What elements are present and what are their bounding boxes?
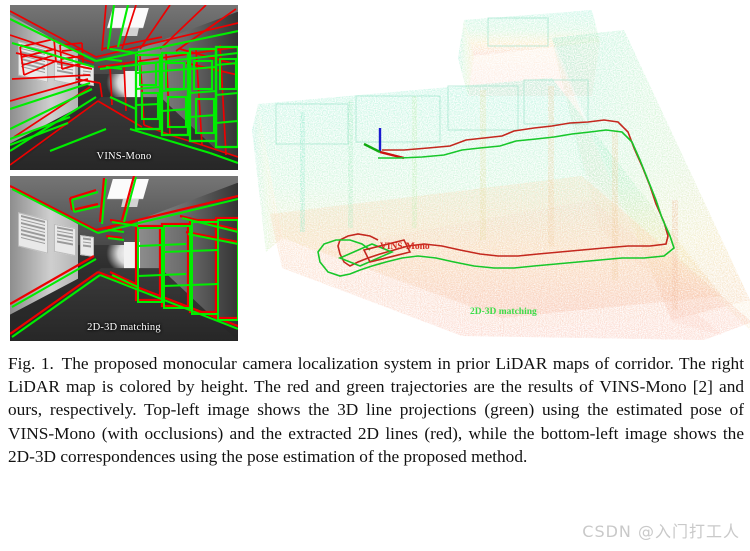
- map-label-vins-mono: VINS-Mono: [380, 242, 430, 252]
- lidar-map-svg: [252, 10, 750, 340]
- line-overlay-top: [10, 5, 238, 166]
- csdn-watermark: CSDN @入门打工人: [582, 522, 740, 541]
- panel-2d-3d-matching: 2D-3D matching: [10, 176, 238, 341]
- figure-caption-lead: Fig. 1.: [8, 354, 54, 373]
- panel-label-2d-3d-matching: 2D-3D matching: [87, 322, 161, 333]
- figure-caption-text: The proposed monocular camera localizati…: [8, 354, 744, 466]
- figure-image-area: VINS-Mono 2D-3D matching VINS-Mono 2D-3D…: [0, 0, 750, 352]
- map-label-2d-3d-matching: 2D-3D matching: [470, 307, 537, 317]
- panel-label-vins-mono: VINS-Mono: [96, 151, 152, 162]
- line-overlay-bottom: [10, 176, 238, 338]
- panel-vins-mono: VINS-Mono: [10, 5, 238, 170]
- figure-caption: Fig. 1. The proposed monocular camera loc…: [8, 352, 744, 468]
- figure-page: VINS-Mono 2D-3D matching VINS-Mono 2D-3D…: [0, 0, 750, 551]
- lidar-point-cloud-map: VINS-Mono 2D-3D matching: [252, 0, 750, 348]
